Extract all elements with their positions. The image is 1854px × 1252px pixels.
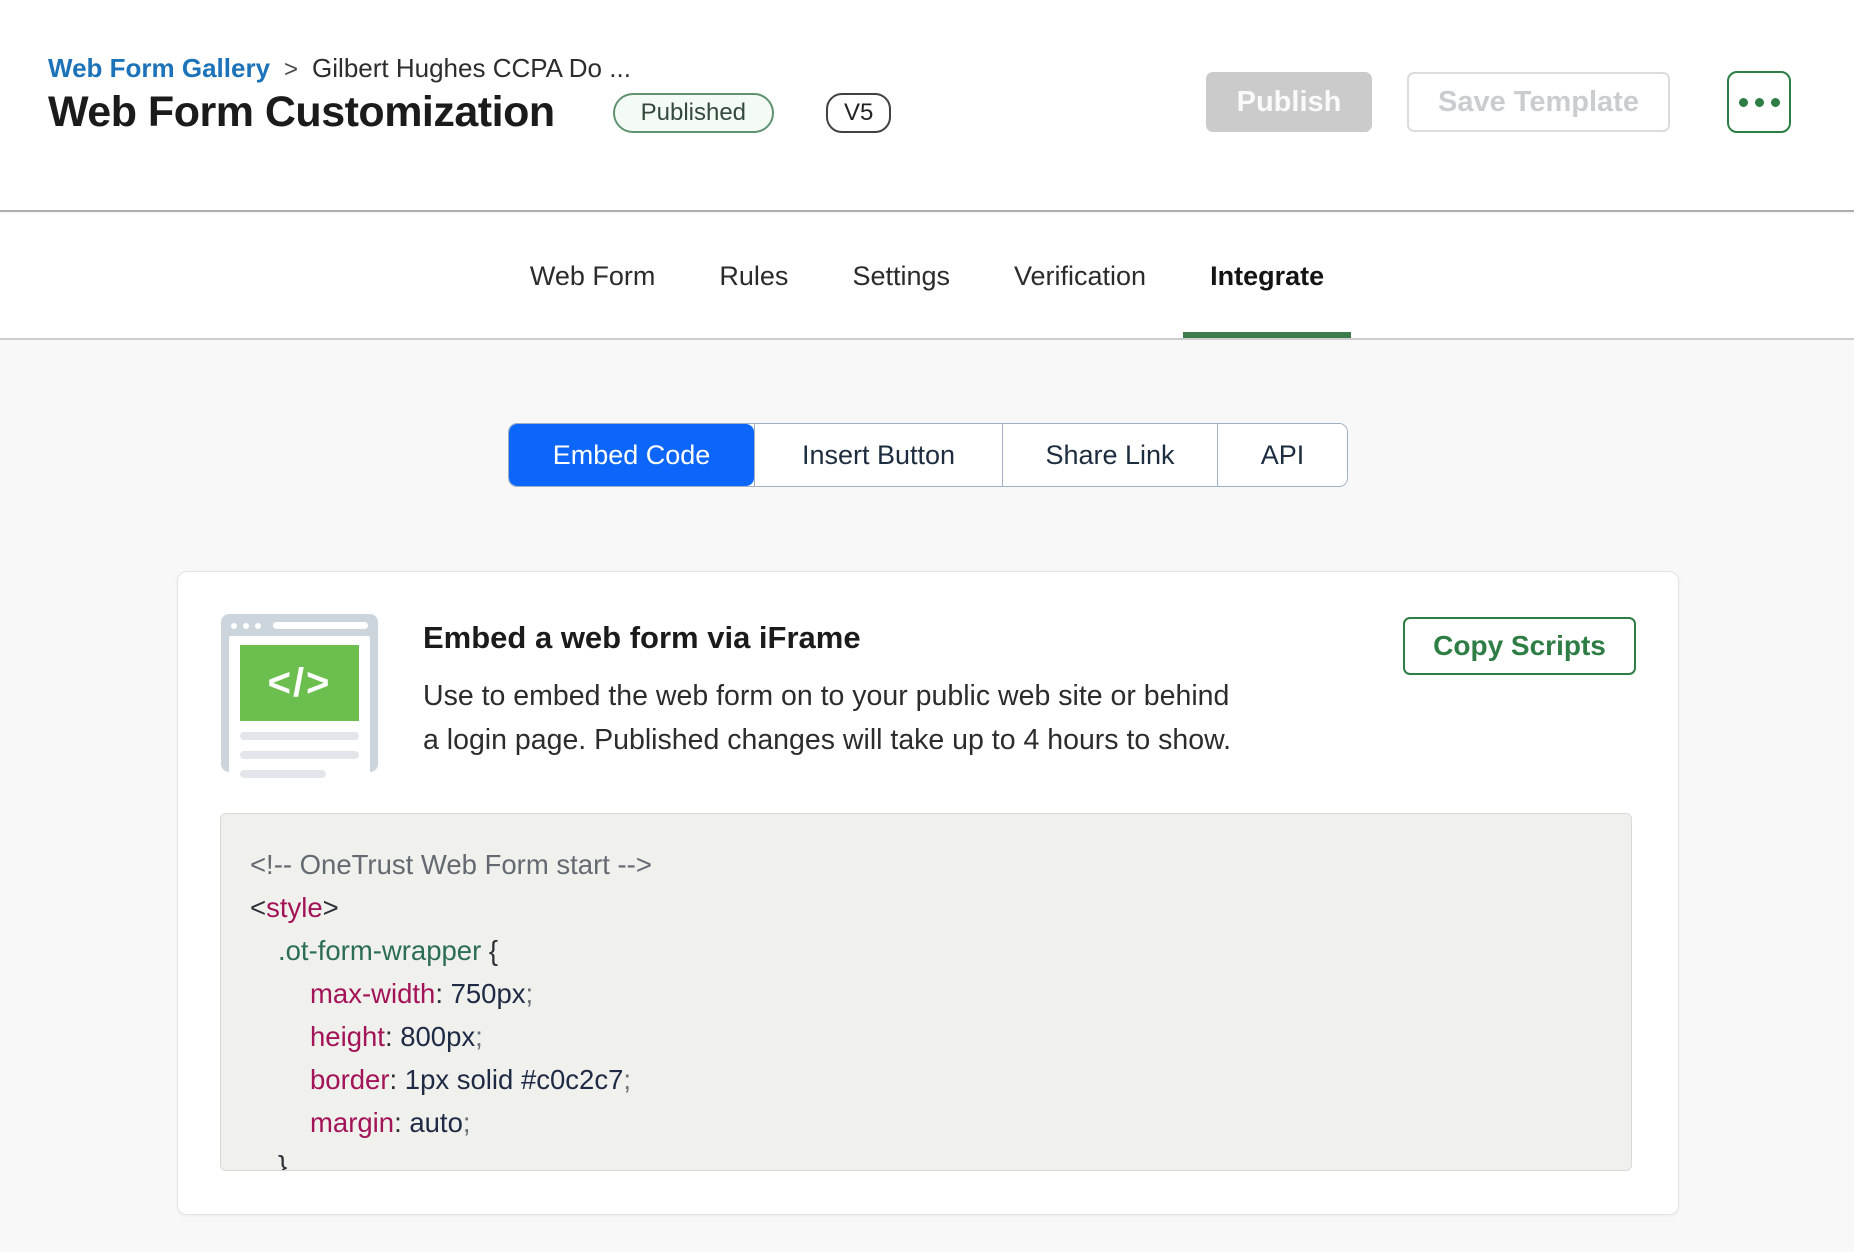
window-dot-icon xyxy=(243,623,249,629)
integration-method-switcher: Embed Code Insert Button Share Link API xyxy=(508,423,1348,487)
card-description: Use to embed the web form on to your pub… xyxy=(423,674,1231,762)
breadcrumb-link-web-form-gallery[interactable]: Web Form Gallery xyxy=(48,50,270,86)
ellipsis-icon xyxy=(1771,98,1780,107)
card-description-line1: Use to embed the web form on to your pub… xyxy=(423,674,1231,718)
save-template-button[interactable]: Save Template xyxy=(1407,72,1670,132)
tab-integrate[interactable]: Integrate xyxy=(1183,214,1351,338)
tab-settings[interactable]: Settings xyxy=(825,214,977,338)
embed-iframe-card: </> Embed a web form via iFrame Use to e… xyxy=(177,571,1679,1215)
status-badge: Published xyxy=(613,93,774,133)
breadcrumb-separator-icon: > xyxy=(284,52,298,88)
text-line-shape xyxy=(240,732,359,740)
page-header: Web Form Gallery > Gilbert Hughes CCPA D… xyxy=(0,0,1854,212)
publish-button[interactable]: Publish xyxy=(1206,72,1372,132)
code-glyph-icon: </> xyxy=(240,645,359,721)
tab-bar: Web Form Rules Settings Verification Int… xyxy=(0,214,1854,340)
segment-embed-code[interactable]: Embed Code xyxy=(509,424,754,486)
version-badge: V5 xyxy=(826,93,891,133)
more-options-button[interactable] xyxy=(1727,71,1791,133)
browser-icon-titlebar xyxy=(229,622,370,629)
browser-code-icon: </> xyxy=(221,614,378,772)
ellipsis-icon xyxy=(1755,98,1764,107)
tab-web-form[interactable]: Web Form xyxy=(503,214,683,338)
address-bar-shape xyxy=(273,622,368,629)
text-line-shape xyxy=(240,751,359,759)
title-row: Web Form Customization Published V5 xyxy=(48,88,891,137)
breadcrumb-current: Gilbert Hughes CCPA Do ... xyxy=(312,50,631,86)
page-title: Web Form Customization xyxy=(48,88,555,137)
segment-api[interactable]: API xyxy=(1217,424,1347,486)
code-block: <!-- OneTrust Web Form start --><style>.… xyxy=(220,813,1632,1171)
ellipsis-icon xyxy=(1739,98,1748,107)
window-dot-icon xyxy=(231,623,237,629)
tab-verification[interactable]: Verification xyxy=(987,214,1173,338)
segment-share-link[interactable]: Share Link xyxy=(1002,424,1217,486)
tab-rules[interactable]: Rules xyxy=(692,214,815,338)
copy-scripts-button[interactable]: Copy Scripts xyxy=(1403,617,1636,675)
card-description-line2: a login page. Published changes will tak… xyxy=(423,718,1231,762)
window-dot-icon xyxy=(255,623,261,629)
card-heading: Embed a web form via iFrame xyxy=(423,620,861,656)
segment-insert-button[interactable]: Insert Button xyxy=(754,424,1002,486)
text-line-shape xyxy=(240,770,326,778)
browser-icon-body: </> xyxy=(229,636,370,786)
breadcrumb: Web Form Gallery > Gilbert Hughes CCPA D… xyxy=(48,50,631,88)
